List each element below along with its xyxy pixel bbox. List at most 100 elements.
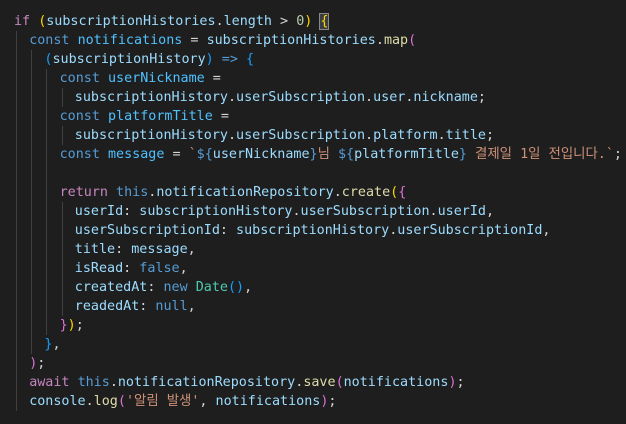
indent-guide: [61, 240, 63, 259]
code-token: notificationRepository: [117, 375, 296, 390]
indent-guide: [31, 297, 33, 316]
code-token: title: [74, 242, 116, 257]
code-editor[interactable]: if (subscriptionHistories.length > 0) { c…: [0, 0, 626, 424]
code-line[interactable]: title: message,: [0, 240, 626, 259]
indent-guide: [31, 145, 33, 164]
code-token: .: [333, 185, 342, 200]
indent-guide: [16, 392, 17, 411]
code-line[interactable]: if (subscriptionHistories.length > 0) {: [0, 12, 626, 31]
code-token: notifications: [215, 394, 321, 409]
code-token: readedAt: [74, 299, 140, 314]
code-token: userSubscription: [236, 90, 366, 105]
code-token: (: [335, 375, 344, 390]
code-token: await: [29, 375, 70, 390]
code-token: const: [59, 147, 100, 162]
code-token: :: [123, 261, 140, 276]
indent-guide: [31, 335, 33, 354]
indent-guide: [46, 164, 48, 183]
code-line[interactable]: createdAt: new Date(),: [0, 278, 626, 297]
code-line[interactable]: subscriptionHistory.userSubscription.use…: [0, 88, 626, 107]
code-token: ): [448, 375, 457, 390]
code-token: ,: [485, 204, 495, 219]
indent-guide: [16, 202, 17, 221]
code-token: user: [373, 90, 406, 105]
code-line[interactable]: (subscriptionHistory) => {: [0, 50, 626, 69]
code-line-content: });: [14, 318, 84, 333]
code-token: ;: [456, 375, 465, 390]
indent-guide: [16, 69, 17, 88]
indent-guide: [31, 126, 33, 145]
code-line[interactable]: isRead: false,: [0, 259, 626, 278]
indent-guide: [16, 259, 17, 278]
code-line[interactable]: const message = `${userNickname}님 ${plat…: [0, 145, 626, 164]
code-token: subscriptionHistory: [139, 204, 293, 219]
indent-guide: [46, 145, 48, 164]
code-token: ,: [52, 337, 61, 352]
code-token: message: [107, 147, 165, 162]
code-token: const: [59, 109, 100, 124]
code-token: subscriptionHistory: [52, 52, 206, 67]
code-token: .: [227, 90, 237, 105]
indent-guide: [46, 221, 48, 240]
code-token: ): [205, 52, 214, 67]
code-token: {: [245, 52, 255, 67]
code-line[interactable]: const notifications = subscriptionHistor…: [0, 31, 626, 50]
code-token: }: [458, 147, 467, 162]
code-lines[interactable]: if (subscriptionHistories.length > 0) { c…: [0, 12, 626, 411]
code-token: }: [309, 147, 318, 162]
code-token: .: [85, 394, 94, 409]
code-token: platform: [373, 128, 438, 143]
code-line[interactable]: [0, 164, 626, 183]
code-token: 님: [317, 147, 338, 162]
indent-guide: [31, 240, 33, 259]
indent-guide: [61, 259, 63, 278]
code-token: =>: [213, 52, 246, 67]
code-token: :: [147, 280, 164, 295]
code-line[interactable]: readedAt: null,: [0, 297, 626, 316]
code-token: userId: [74, 204, 124, 219]
indent-guide: [46, 88, 48, 107]
code-token: length: [223, 14, 272, 29]
indent-guide: [46, 297, 48, 316]
code-token: ): [67, 318, 76, 333]
code-line[interactable]: );: [0, 354, 626, 373]
code-token: .: [109, 375, 118, 390]
code-line[interactable]: return this.notificationRepository.creat…: [0, 183, 626, 202]
indent-guide: [31, 183, 33, 202]
code-token: nickname: [413, 90, 478, 105]
code-token: '알림 발생': [125, 394, 200, 409]
code-line[interactable]: const platformTitle =: [0, 107, 626, 126]
code-token: isRead: [74, 261, 124, 276]
code-line[interactable]: await this.notificationRepository.save(n…: [0, 373, 626, 392]
code-line-content: title: message,: [14, 242, 196, 257]
code-token: userSubscription: [236, 128, 366, 143]
code-line[interactable]: },: [0, 335, 626, 354]
indent-guide: [16, 297, 17, 316]
code-token: :: [123, 204, 140, 219]
code-token: ;: [477, 90, 486, 105]
code-line[interactable]: });: [0, 316, 626, 335]
code-line-content: const notifications = subscriptionHistor…: [14, 33, 416, 48]
code-token: .: [429, 204, 438, 219]
code-line[interactable]: userSubscriptionId: subscriptionHistory.…: [0, 221, 626, 240]
code-token: ;: [485, 128, 495, 143]
code-token: userSubscriptionId: [397, 223, 543, 238]
indent-guide: [16, 221, 17, 240]
indent-guide: [31, 278, 33, 297]
code-token: Date: [195, 280, 228, 295]
indent-guide: [16, 335, 17, 354]
code-token: if: [14, 14, 31, 29]
code-token: map: [383, 33, 409, 48]
indent-guide: [31, 88, 33, 107]
code-token: (: [408, 33, 417, 48]
code-token: ;: [75, 318, 84, 333]
code-line[interactable]: userId: subscriptionHistory.userSubscrip…: [0, 202, 626, 221]
code-line[interactable]: subscriptionHistory.userSubscription.pla…: [0, 126, 626, 145]
code-token: =: [164, 147, 189, 162]
code-line[interactable]: console.log('알림 발생', notifications);: [0, 392, 626, 411]
code-token: const: [29, 33, 70, 48]
code-line[interactable]: const userNickname =: [0, 69, 626, 88]
